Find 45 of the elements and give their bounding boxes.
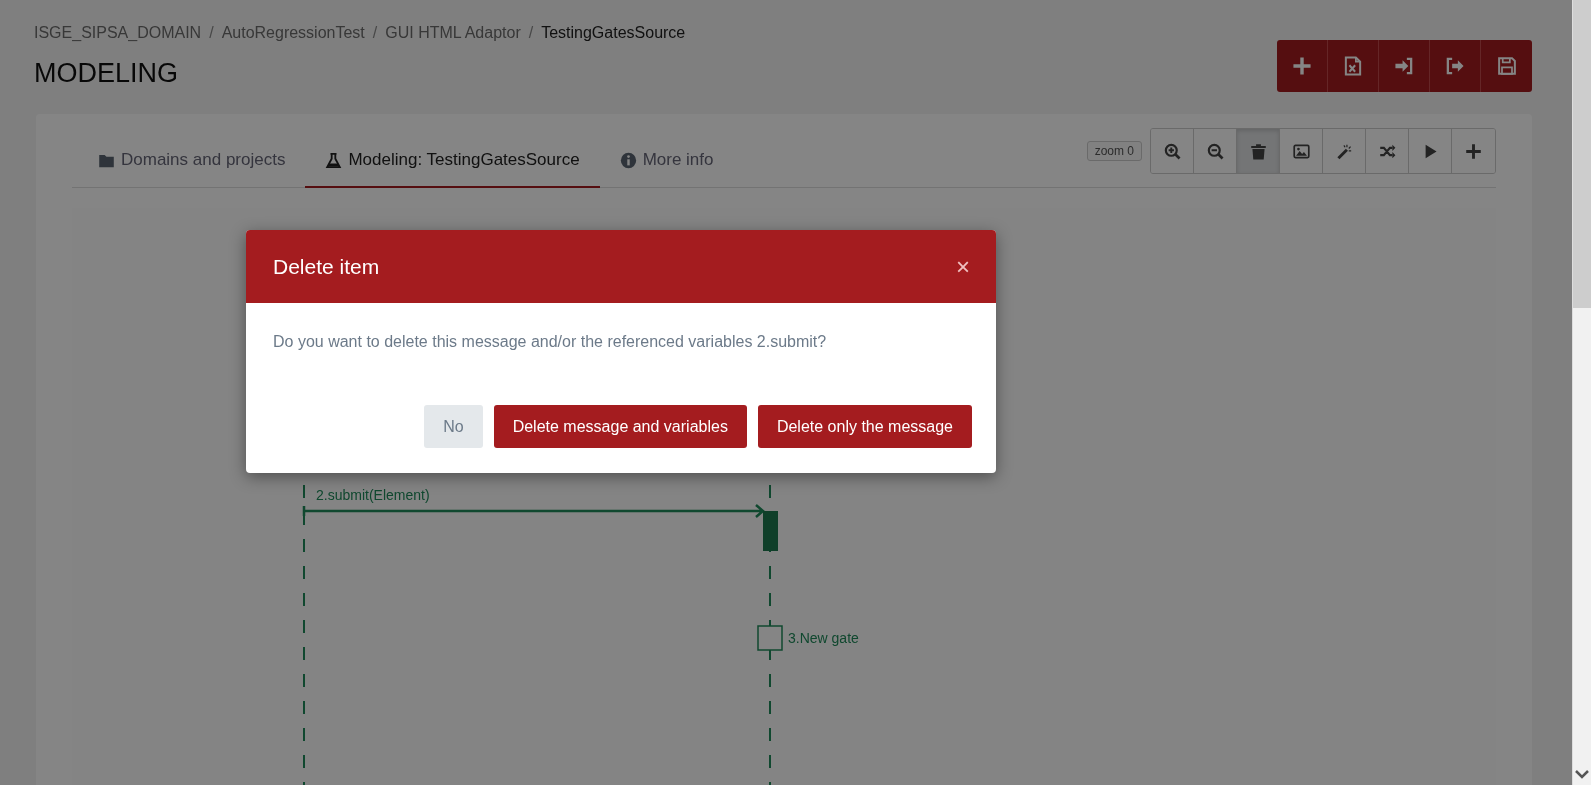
flask-icon xyxy=(325,151,343,169)
plus-icon xyxy=(1292,56,1312,76)
zoom-in-tool-button[interactable] xyxy=(1151,129,1194,173)
plus-icon xyxy=(1465,142,1482,160)
breadcrumb-item[interactable]: GUI HTML Adaptor xyxy=(385,24,521,42)
magic-wand-icon xyxy=(1335,142,1353,160)
activation-bar xyxy=(763,511,778,551)
save-icon xyxy=(1496,56,1517,76)
trash-tool-button[interactable] xyxy=(1237,129,1280,173)
tab[interactable]: Modeling: TestingGatesSource xyxy=(305,142,600,188)
gate-label: 3.New gate xyxy=(788,630,859,646)
sign-in-icon xyxy=(1394,56,1414,76)
trash-icon xyxy=(1249,142,1267,160)
plus-button[interactable] xyxy=(1277,40,1328,92)
tab[interactable]: Domains and projects xyxy=(78,142,306,188)
gate-box xyxy=(757,625,783,651)
info-icon xyxy=(619,151,637,169)
zoom-out-icon xyxy=(1206,142,1224,160)
dialog-title: Delete item xyxy=(273,254,380,279)
dialog-message: Do you want to delete this message and/or the referenced variables 2.submit? xyxy=(272,332,828,352)
excel-button[interactable] xyxy=(1328,40,1379,92)
breadcrumb-item: TestingGatesSource xyxy=(541,24,686,42)
breadcrumb-separator: / xyxy=(372,24,378,42)
breadcrumb-separator: / xyxy=(528,24,534,42)
tab[interactable]: More info xyxy=(599,142,734,188)
breadcrumb-item[interactable]: ISGE_SIPSA_DOMAIN xyxy=(34,24,202,42)
image-icon xyxy=(1292,142,1310,160)
cancel-button[interactable]: No xyxy=(424,405,483,448)
scrollbar-thumb[interactable] xyxy=(1573,0,1591,308)
delete-button[interactable]: Delete message and variables xyxy=(493,405,747,448)
delete-button[interactable]: Delete only the message xyxy=(757,405,972,448)
shuffle-icon xyxy=(1378,142,1396,160)
sign-out-icon xyxy=(1445,56,1465,76)
save-button[interactable] xyxy=(1481,40,1532,92)
zoom-in-icon xyxy=(1163,142,1181,160)
breadcrumb-item[interactable]: AutoRegressionTest xyxy=(221,24,365,42)
breadcrumb-separator: / xyxy=(209,24,214,42)
import-button[interactable] xyxy=(1379,40,1430,92)
chevron-down-icon[interactable] xyxy=(1574,769,1590,779)
export-button[interactable] xyxy=(1430,40,1481,92)
zoom-badge: zoom 0 xyxy=(1086,141,1142,161)
message-label: 2.submit(Element) xyxy=(316,487,430,503)
spreadsheet-file-icon xyxy=(1343,56,1363,76)
page-title: MODELING xyxy=(34,58,180,89)
close-button[interactable]: × xyxy=(956,252,970,281)
